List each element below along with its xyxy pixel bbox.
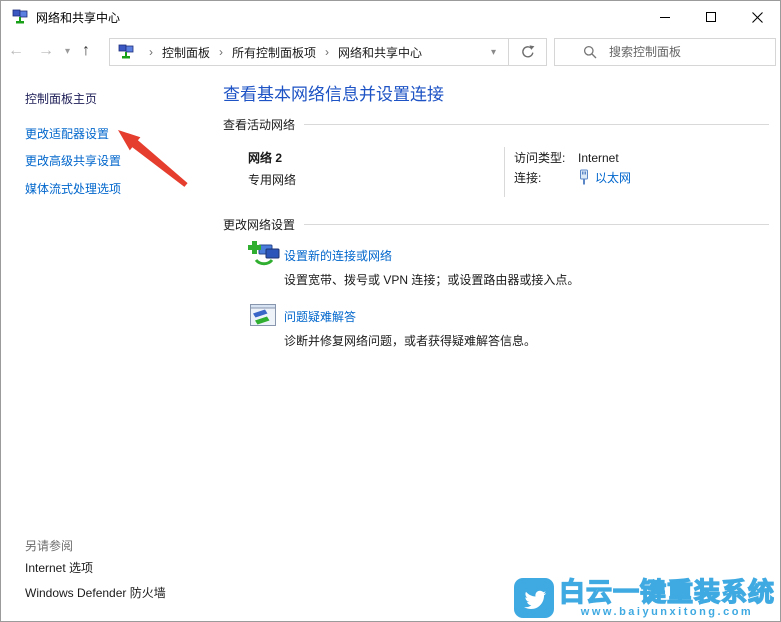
watermark-title: 白云一键重装系统	[558, 576, 775, 607]
maximize-button[interactable]	[688, 1, 734, 33]
breadcrumb-network-sharing-center[interactable]: 网络和共享中心	[338, 44, 422, 61]
search-box[interactable]	[554, 38, 776, 66]
network-name: 网络 2	[248, 151, 283, 165]
address-bar[interactable]: › 控制面板 › 所有控制面板项 › 网络和共享中心 ▾	[109, 38, 547, 66]
sidebar-item-change-adapter-settings[interactable]: 更改适配器设置	[25, 125, 109, 142]
up-button[interactable]: ↑	[74, 43, 98, 59]
window-title: 网络和共享中心	[36, 10, 121, 25]
bird-logo-icon	[513, 578, 554, 618]
troubleshoot-problems-desc: 诊断并修复网络问题，或者获得疑难解答信息。	[284, 334, 537, 348]
search-input[interactable]	[609, 45, 759, 59]
access-type-row: 访问类型: Internet	[514, 149, 619, 166]
breadcrumb-all-items[interactable]: 所有控制面板项	[232, 44, 316, 61]
access-type-label: 访问类型:	[514, 151, 566, 165]
breadcrumb-separator-icon: ›	[149, 45, 153, 59]
minimize-button[interactable]	[642, 1, 688, 33]
network-column-divider	[504, 147, 505, 197]
sidebar-item-media-streaming-options[interactable]: 媒体流式处理选项	[25, 180, 121, 197]
ethernet-link[interactable]: 以太网	[595, 169, 631, 186]
watermark-url: www.baiyunxitong.com	[580, 605, 754, 618]
breadcrumb-separator-icon: ›	[219, 45, 224, 59]
back-button[interactable]: ←	[1, 43, 31, 59]
navigation-bar: ← → ▾ ↑ › 控制面板 › 所有控制面板项 › 网络和共享中心 ▾	[1, 33, 780, 69]
sidebar-item-change-advanced-sharing[interactable]: 更改高级共享设置	[25, 152, 121, 169]
address-dropdown-icon[interactable]: ▾	[479, 47, 508, 58]
active-networks-label: 查看活动网络	[223, 118, 296, 132]
troubleshoot-icon	[250, 304, 276, 326]
network-profile: 专用网络	[248, 173, 297, 187]
history-dropdown-icon[interactable]: ▾	[61, 46, 74, 57]
network-app-icon	[12, 9, 28, 24]
breadcrumb-control-panel[interactable]: 控制面板	[162, 44, 210, 61]
section-divider	[304, 124, 769, 125]
section-divider	[304, 224, 769, 225]
troubleshoot-problems-link[interactable]: 问题疑难解答	[284, 308, 356, 325]
search-icon	[583, 45, 597, 59]
sidebar-item-windows-defender-firewall[interactable]: Windows Defender 防火墙	[25, 584, 166, 601]
forward-button[interactable]: →	[31, 43, 61, 59]
close-icon	[751, 11, 763, 23]
change-network-settings-section-header: 更改网络设置	[223, 216, 769, 233]
refresh-icon	[521, 45, 534, 58]
watermark: 白云一键重装系统 www.baiyunxitong.com	[513, 576, 775, 618]
see-also-header: 另请参阅	[25, 539, 74, 553]
ethernet-plug-icon	[580, 169, 588, 185]
active-networks-section-header: 查看活动网络	[223, 116, 769, 133]
title-bar: 网络和共享中心	[1, 1, 780, 33]
breadcrumb-separator-icon: ›	[325, 45, 330, 59]
setup-new-connection-link[interactable]: 设置新的连接或网络	[284, 247, 392, 264]
setup-new-connection-desc: 设置宽带、拨号或 VPN 连接；或设置路由器或接入点。	[284, 273, 580, 287]
new-connection-icon	[248, 241, 280, 266]
connection-label: 连接:	[514, 171, 542, 185]
access-type-value: Internet	[578, 150, 619, 165]
network-sharing-center-window: 网络和共享中心 ← → ▾ ↑ › 控制面板 › 所有控制面板项 › 网络和共享…	[0, 0, 781, 622]
change-network-settings-label: 更改网络设置	[223, 218, 296, 232]
close-button[interactable]	[734, 1, 780, 33]
page-title: 查看基本网络信息并设置连接	[223, 85, 444, 104]
maximize-icon	[706, 12, 716, 22]
sidebar-item-internet-options[interactable]: Internet 选项	[25, 559, 93, 576]
address-network-icon	[118, 44, 134, 59]
connection-row: 连接: 以太网	[514, 169, 631, 186]
minimize-icon	[660, 16, 670, 18]
refresh-button[interactable]	[508, 38, 546, 66]
sidebar-item-control-panel-home[interactable]: 控制面板主页	[25, 90, 97, 107]
